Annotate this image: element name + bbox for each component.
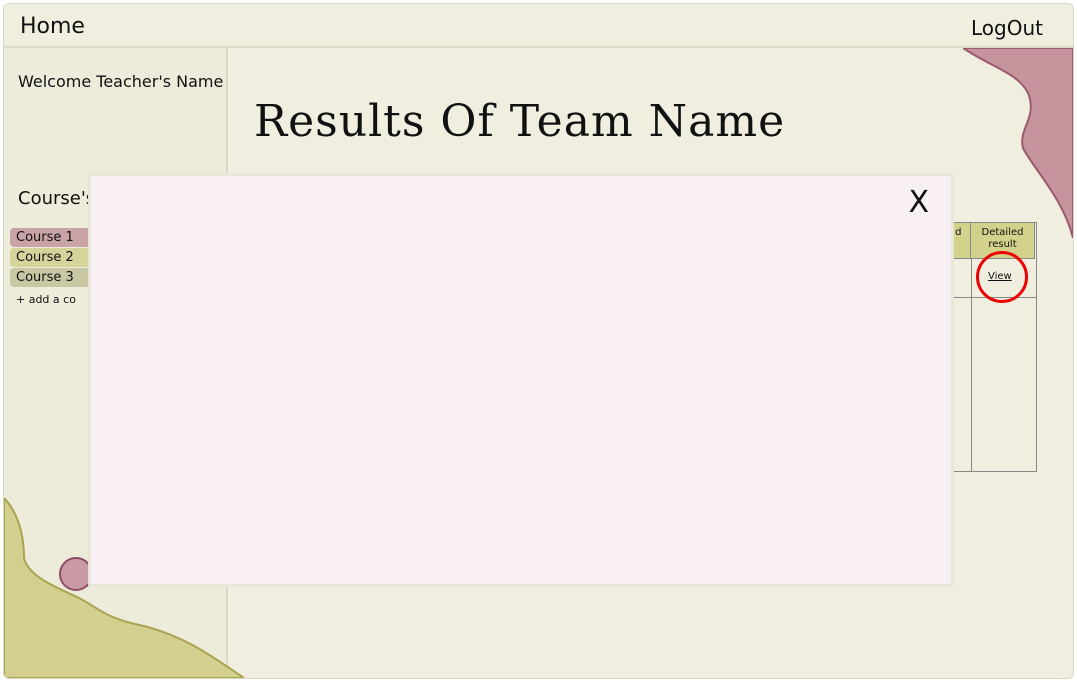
home-link[interactable]: Home	[20, 14, 85, 39]
close-icon[interactable]: X	[908, 188, 929, 218]
highlight-circle	[976, 251, 1028, 303]
decorative-blob-top-right	[963, 48, 1073, 238]
welcome-text: Welcome Teacher's Name	[18, 72, 224, 91]
logout-link[interactable]: LogOut	[971, 16, 1043, 40]
page-title: Results Of Team Name	[254, 96, 786, 147]
modal-dialog: X	[88, 173, 954, 587]
column-divider	[971, 259, 972, 471]
courses-heading: Course's	[18, 188, 96, 209]
top-nav-bar: Home LogOut	[4, 4, 1073, 48]
